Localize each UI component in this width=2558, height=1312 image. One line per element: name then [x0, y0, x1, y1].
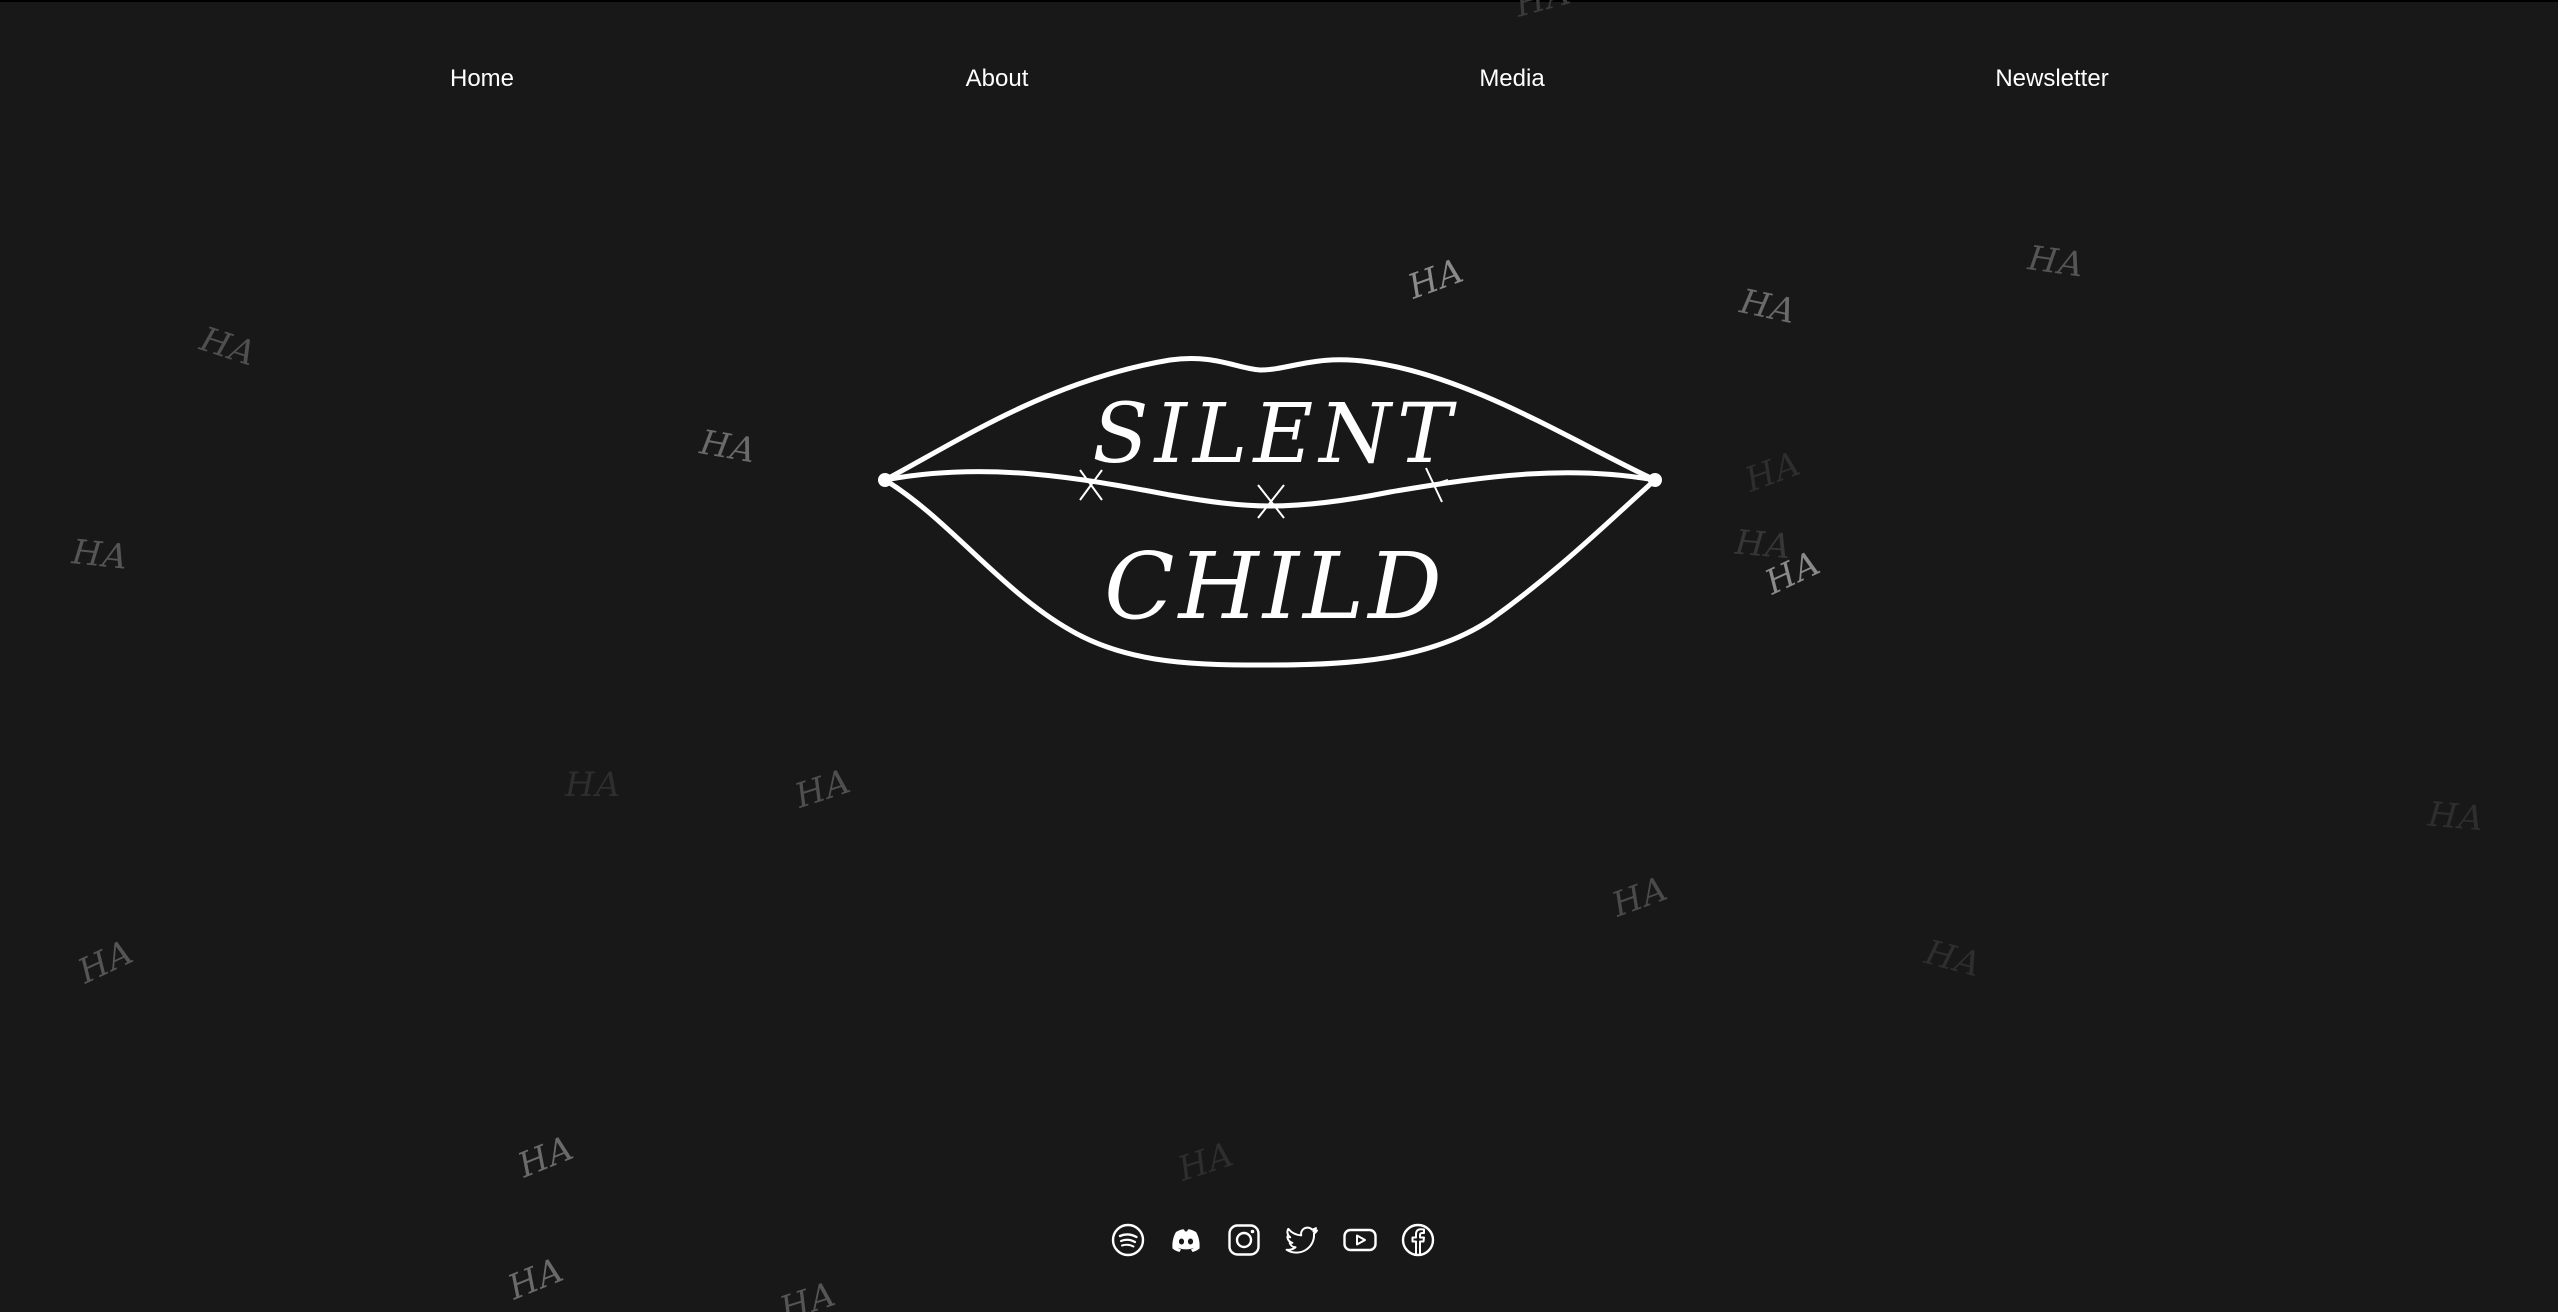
ha-text: HA [195, 319, 262, 375]
instagram-link[interactable] [1226, 1222, 1262, 1258]
spotify-link[interactable] [1110, 1222, 1146, 1258]
twitter-icon [1285, 1226, 1318, 1254]
twitter-link[interactable] [1284, 1222, 1320, 1258]
ha-text: HA [1173, 1134, 1240, 1190]
lip-corner-left [878, 473, 892, 487]
ha-text: HA [1920, 932, 1986, 986]
youtube-icon [1343, 1228, 1377, 1252]
silent-child-logo: SILENT CHILD [878, 356, 1662, 668]
logo-line-2: CHILD [1104, 533, 1446, 640]
ha-text: HA [1606, 868, 1674, 926]
main-nav: Home About Media Newsletter [0, 0, 2558, 160]
ha-text: HA [1759, 542, 1828, 604]
spotify-icon [1111, 1223, 1145, 1257]
nav-newsletter-link[interactable]: Newsletter [1995, 65, 2108, 93]
logo-line-1: SILENT [1092, 387, 1457, 482]
nav-about-link[interactable]: About [966, 65, 1029, 93]
social-links [1110, 1215, 1436, 1265]
ha-text: HA [72, 931, 141, 993]
youtube-link[interactable] [1342, 1222, 1378, 1258]
ha-text: HA [502, 1249, 570, 1309]
ha-text: HA [696, 422, 760, 472]
facebook-icon [1401, 1223, 1435, 1257]
ha-text: HA [1402, 250, 1470, 308]
ha-text: HA [1739, 443, 1807, 501]
ha-text: HA [1736, 281, 1800, 333]
ha-text: HA [775, 1274, 842, 1312]
ha-text: HA [2025, 238, 2087, 286]
discord-link[interactable] [1168, 1222, 1204, 1258]
ha-text: HA [1733, 522, 1793, 568]
lip-corner-right [1648, 473, 1662, 487]
ha-text: HA [70, 532, 131, 578]
facebook-link[interactable] [1400, 1222, 1436, 1258]
instagram-icon [1228, 1224, 1260, 1256]
ha-text: HA [790, 761, 857, 817]
ha-text: HA [512, 1127, 580, 1187]
ha-text: HA [565, 765, 622, 805]
ha-text: HA [2426, 794, 2486, 840]
nav-media-link[interactable]: Media [1479, 65, 1544, 93]
nav-home-link[interactable]: Home [450, 65, 514, 93]
discord-icon [1172, 1229, 1200, 1252]
